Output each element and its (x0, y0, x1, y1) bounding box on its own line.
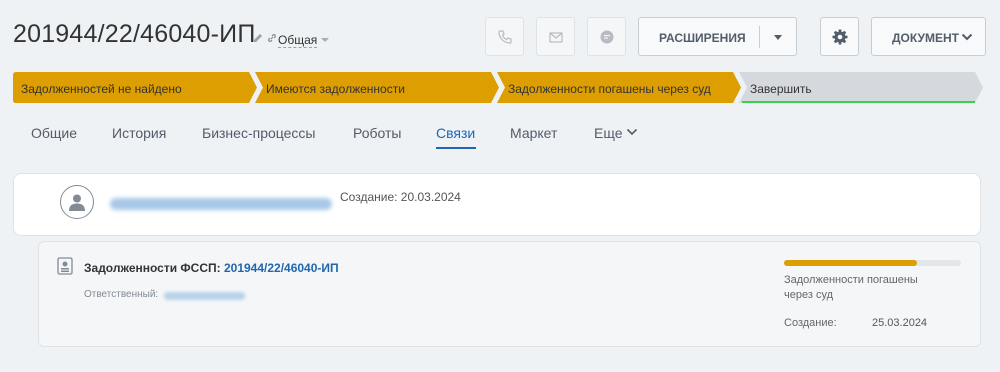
linked-item-type: Задолженности ФССП: (84, 261, 221, 275)
settings-button[interactable] (820, 17, 859, 56)
call-button[interactable] (485, 17, 524, 56)
tab-general[interactable]: Общие (31, 125, 77, 141)
email-button[interactable] (536, 17, 575, 56)
envelope-icon (549, 32, 563, 43)
linked-item-stage: Задолженности погашены через суд (784, 274, 918, 301)
button-divider (759, 26, 760, 48)
tab-links[interactable]: Связи (436, 125, 475, 141)
document-icon (57, 257, 73, 275)
contact-name-redacted[interactable] (110, 198, 332, 210)
phone-icon (498, 30, 512, 44)
responsible-label: Ответственный: (84, 289, 159, 300)
chevron-down-icon[interactable] (321, 38, 329, 42)
stage-progress-bar (784, 260, 961, 266)
stage-label: Завершить (750, 82, 812, 96)
page-title: 201944/22/46040-ИП (13, 20, 256, 48)
created-date: 25.03.2024 (872, 317, 928, 329)
tab-history[interactable]: История (112, 125, 166, 141)
linked-item-link[interactable]: 201944/22/46040-ИП (224, 261, 339, 275)
stage-has-debts[interactable]: Имеются задолженности (255, 72, 499, 103)
extensions-button[interactable]: РАСШИРЕНИЯ (638, 17, 797, 56)
category-selector[interactable]: Общая (278, 34, 318, 48)
tab-robots[interactable]: Роботы (353, 125, 401, 141)
document-button[interactable]: ДОКУМЕНТ (871, 17, 986, 56)
chevron-down-icon[interactable] (626, 127, 638, 137)
contact-created: Создание: 20.03.2024 (340, 190, 461, 204)
chevron-down-icon (961, 33, 973, 41)
stage-progress-fill (784, 260, 917, 266)
avatar[interactable] (60, 185, 94, 219)
linked-item-title: Задолженности ФССП: 201944/22/46040-ИП (84, 261, 339, 275)
stage-label: Имеются задолженности (266, 82, 405, 96)
tab-market[interactable]: Маркет (510, 125, 557, 141)
tab-more[interactable]: Еще (594, 125, 623, 141)
responsible-name-redacted[interactable] (164, 292, 245, 300)
chat-button[interactable] (587, 17, 626, 56)
chat-icon (600, 30, 614, 44)
stage-paid-via-court[interactable]: Задолженности погашены через суд (497, 72, 741, 103)
pencil-icon[interactable] (253, 33, 263, 43)
link-icon (268, 34, 276, 42)
tab-business-processes[interactable]: Бизнес-процессы (202, 125, 315, 141)
active-tab-indicator (436, 147, 476, 149)
caret-down-icon[interactable] (774, 35, 782, 40)
extensions-label: РАСШИРЕНИЯ (659, 31, 746, 45)
gear-icon (832, 29, 848, 45)
user-icon (69, 194, 85, 211)
stage-no-debts[interactable]: Задолженностей не найдено (13, 72, 257, 103)
stage-label: Задолженности погашены через суд (508, 82, 711, 96)
created-label: Создание: (784, 317, 837, 329)
stage-label: Задолженностей не найдено (21, 82, 182, 96)
stage-finish[interactable]: Завершить (739, 72, 983, 103)
document-label: ДОКУМЕНТ (892, 31, 959, 45)
